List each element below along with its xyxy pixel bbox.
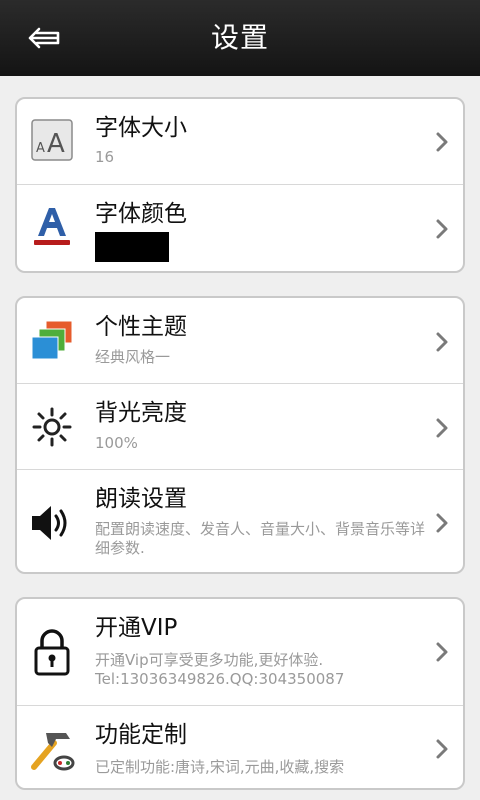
custom-features-label: 功能定制 [95, 722, 187, 748]
settings-group-display: A A 字体大小 16 字体颜色 [15, 97, 465, 273]
theme-icon [27, 316, 77, 366]
custom-features-row[interactable]: 功能定制 已定制功能:唐诗,宋词,元曲,收藏,搜索 [17, 706, 463, 788]
read-aloud-description: 配置朗读速度、发音人、音量大小、背景音乐等详细参数. [95, 520, 426, 557]
font-color-row[interactable]: 字体颜色 [17, 185, 463, 271]
chevron-right-icon [436, 219, 448, 239]
font-color-icon [27, 201, 77, 251]
font-color-swatch [95, 232, 169, 262]
chevron-right-icon [436, 642, 448, 662]
vip-label: 开通VIP [95, 615, 178, 641]
read-aloud-row[interactable]: 朗读设置 配置朗读速度、发音人、音量大小、背景音乐等详细参数. [17, 470, 463, 572]
vip-row[interactable]: 开通VIP 开通Vip可享受更多功能,更好体验. Tel:13036349826… [17, 599, 463, 706]
lock-icon [27, 627, 77, 677]
brightness-value: 100% [95, 434, 138, 452]
font-size-row[interactable]: A A 字体大小 16 [17, 99, 463, 185]
custom-features-description: 已定制功能:唐诗,宋词,元曲,收藏,搜索 [95, 758, 345, 776]
chevron-right-icon [436, 132, 448, 152]
svg-text:A: A [47, 129, 65, 159]
settings-group-account: 开通VIP 开通Vip可享受更多功能,更好体验. Tel:13036349826… [15, 597, 465, 790]
font-size-label: 字体大小 [95, 115, 187, 141]
chevron-right-icon [436, 332, 448, 352]
vip-contact: Tel:13036349826.QQ:304350087 [95, 670, 345, 688]
theme-row[interactable]: 个性主题 经典风格一 [17, 298, 463, 384]
brightness-label: 背光亮度 [95, 400, 187, 426]
title-bar: 设置 [0, 0, 480, 76]
font-size-icon: A A [27, 115, 77, 165]
read-aloud-label: 朗读设置 [95, 486, 187, 512]
chevron-right-icon [436, 739, 448, 759]
font-size-value: 16 [95, 148, 115, 166]
brightness-icon [27, 402, 77, 452]
speaker-icon [27, 498, 77, 548]
chevron-right-icon [436, 418, 448, 438]
theme-value: 经典风格一 [95, 348, 171, 366]
brightness-row[interactable]: 背光亮度 100% [17, 384, 463, 470]
page-title: 设置 [210, 21, 269, 54]
chevron-right-icon [436, 513, 448, 533]
vip-description: 开通Vip可享受更多功能,更好体验. [95, 651, 324, 669]
settings-group-reading: 个性主题 经典风格一 背光亮度 100% 朗读设置 配置朗读速度、发音人、音量大… [15, 296, 465, 574]
theme-label: 个性主题 [95, 314, 187, 340]
tools-icon [27, 724, 77, 774]
font-color-label: 字体颜色 [95, 201, 187, 227]
svg-text:A: A [36, 141, 45, 156]
